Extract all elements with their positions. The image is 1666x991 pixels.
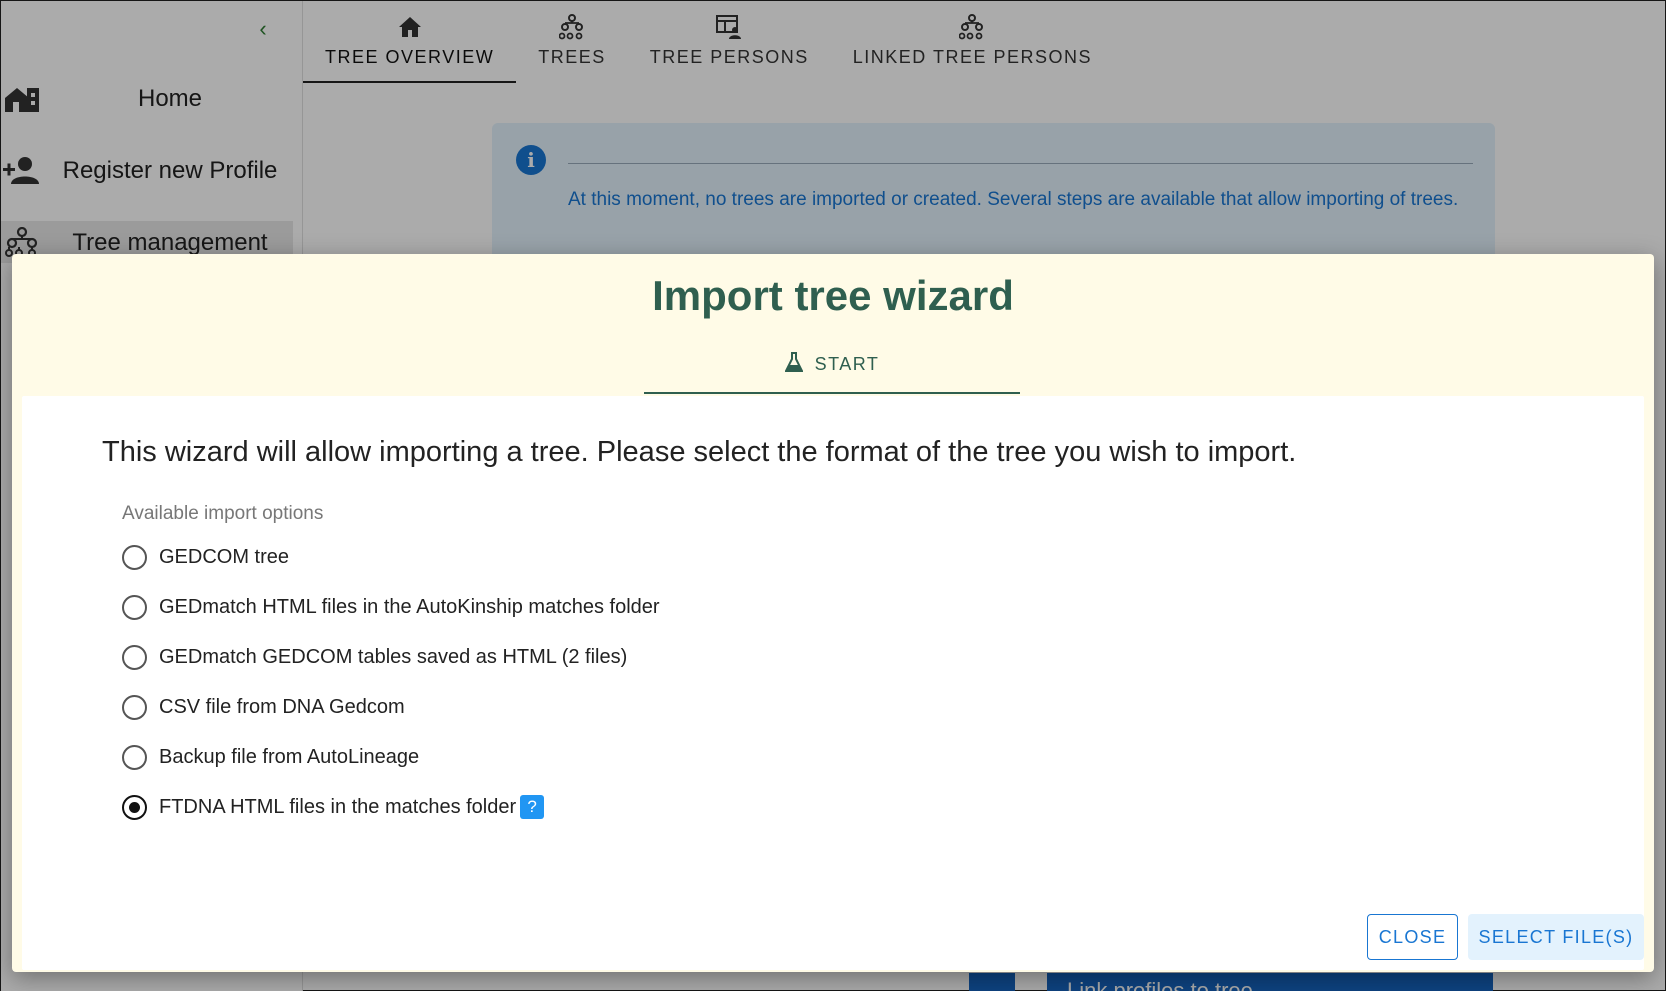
option-gedmatch-html[interactable]: GEDmatch HTML files in the AutoKinship m…: [122, 592, 660, 622]
radio-button[interactable]: [122, 594, 147, 620]
radio-button[interactable]: [122, 744, 147, 770]
import-tree-dialog: Import tree wizard START This wizard wil…: [12, 254, 1654, 972]
option-gedcom-tree[interactable]: GEDCOM tree: [122, 542, 289, 572]
radio-button[interactable]: [122, 644, 147, 670]
step-label: START: [814, 353, 880, 374]
dialog-body: This wizard will allow importing a tree.…: [22, 396, 1644, 970]
radio-button[interactable]: [122, 544, 147, 570]
select-files-button[interactable]: SELECT FILE(S): [1468, 914, 1644, 960]
wizard-intro: This wizard will allow importing a tree.…: [102, 436, 1297, 468]
option-backup-autolineage[interactable]: Backup file from AutoLineage: [122, 742, 419, 772]
options-label: Available import options: [122, 503, 324, 524]
option-ftdna-html[interactable]: FTDNA HTML files in the matches folder ?: [122, 792, 545, 822]
flask-icon: [783, 351, 804, 377]
step-start[interactable]: START: [644, 336, 1020, 394]
option-csv-dna-gedcom[interactable]: CSV file from DNA Gedcom: [122, 692, 405, 722]
option-gedmatch-gedcom-tables[interactable]: GEDmatch GEDCOM tables saved as HTML (2 …: [122, 642, 627, 672]
close-button[interactable]: CLOSE: [1367, 914, 1458, 960]
dialog-title: Import tree wizard: [652, 272, 1014, 319]
radio-button[interactable]: [122, 694, 147, 720]
radio-button-checked[interactable]: [122, 794, 147, 820]
help-icon[interactable]: ?: [520, 795, 545, 819]
